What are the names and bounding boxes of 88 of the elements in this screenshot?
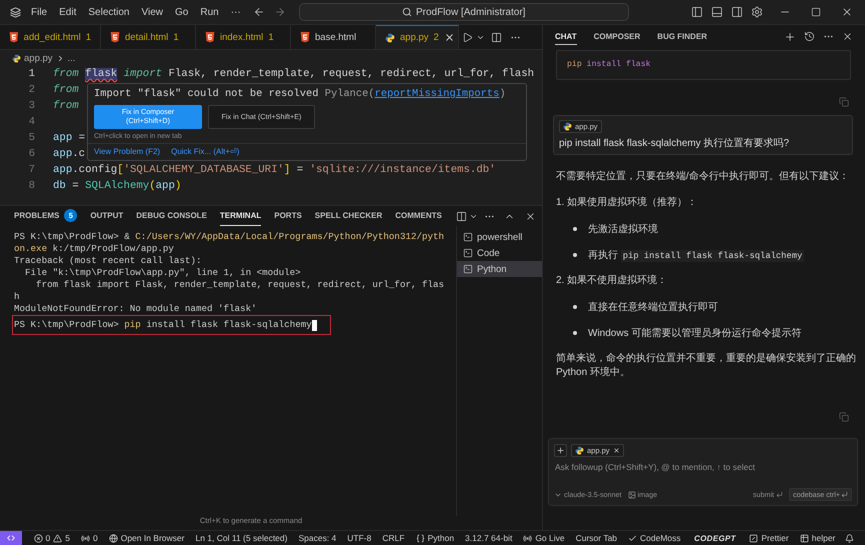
go-live-status[interactable]: Go Live xyxy=(523,533,565,543)
codemoss-status[interactable]: CodeMoss xyxy=(628,533,681,543)
codegpt-logo[interactable]: CODEGPT xyxy=(694,534,736,542)
answer-list-heading: 1. 如果使用虚拟环境（推荐）： xyxy=(556,196,698,210)
terminal-line: Traceback (most recent call last): xyxy=(14,255,202,267)
terminal-line: File "k:\tmp\ProdFlow\app.py", line 1, in <module> xyxy=(24,267,302,279)
answer-paragraph: 不需要特定位置，只要在终端/命令行中执行即可。但有以下建议： xyxy=(556,170,850,184)
terminal-line: h xyxy=(14,291,21,303)
status-item[interactable]: UTF-8 xyxy=(347,533,372,543)
breadcrumb-item[interactable]: app.py xyxy=(24,52,53,64)
error-count: 0 xyxy=(46,533,50,543)
followup-input[interactable]: Ask followup (Ctrl+Shift+Y), @ to mention, ↑ to select xyxy=(554,462,852,472)
menu-item[interactable]: ··· xyxy=(224,6,247,18)
status-item[interactable]: 3.12.7 64-bit xyxy=(465,533,512,543)
status-item[interactable]: Spaces: 4 xyxy=(298,533,336,543)
line-number: 3 xyxy=(28,100,36,112)
terminal-line: on.exe k:/tmp/ProdFlow/app.py xyxy=(14,243,175,255)
tab-title: add_edit.html xyxy=(24,32,81,43)
status-item[interactable]: Ln 1, Col 11 (5 selected) xyxy=(195,533,288,543)
code-line: app.config['SQLALCHEMY_DATABASE_URI'] = 'sqlite:///instance/items.db' xyxy=(53,164,496,176)
code-line: app.c xyxy=(53,148,86,160)
problems-status[interactable]: 0 5 xyxy=(34,533,70,543)
tab-title: detail.html xyxy=(125,32,168,43)
panel-tab[interactable]: SPELL CHECKER xyxy=(314,206,382,226)
menu-item[interactable]: Run xyxy=(194,6,225,18)
hover-message: Import "flask" could not be resolved Pylance(reportMissingImports) xyxy=(93,87,507,102)
terminal-list-item[interactable]: powershell xyxy=(457,229,542,245)
problem-count: 1 xyxy=(173,32,179,43)
panel-tab[interactable]: PORTS xyxy=(274,206,302,226)
line-number: 7 xyxy=(28,164,36,176)
open-in-browser-status[interactable]: Open In Browser xyxy=(108,533,184,543)
hover-action-link[interactable]: View Problem (F2) xyxy=(94,147,160,156)
search-text: ProdFlow [Administrator] xyxy=(416,6,526,18)
chat-tab[interactable]: COMPOSER xyxy=(594,28,640,45)
tab-title: app.py xyxy=(400,32,429,43)
code-line: from xyxy=(53,84,79,96)
line-number: 8 xyxy=(28,180,36,192)
menu-item[interactable]: View xyxy=(136,6,169,18)
tab-title: base.html xyxy=(315,32,356,43)
menu-item[interactable]: Selection xyxy=(82,6,136,18)
code-line: from flask import Flask, render_template, request, redirect, url_for, flash xyxy=(53,68,534,80)
problem-count: 1 xyxy=(86,32,91,43)
terminal-list-item[interactable]: Python xyxy=(457,261,542,277)
terminal-line: PS K:\tmp\ProdFlow> & C:/Users/WY/AppData/Local/Programs/Python/Python312/pyth xyxy=(14,231,446,243)
line-number: 5 xyxy=(28,132,36,144)
problem-count: 1 xyxy=(268,32,274,43)
line-number: 4 xyxy=(28,116,36,128)
tab-title: index.html xyxy=(220,32,264,43)
bullet-text: Windows 可能需要以管理员身份运行命令提示符 xyxy=(588,326,802,340)
editor-tab[interactable]: app.py 2 xyxy=(376,25,459,49)
line-number: 1 xyxy=(28,68,36,80)
command-center-search[interactable]: ProdFlow [Administrator] xyxy=(298,3,629,21)
chat-tab[interactable]: BUG FINDER xyxy=(657,28,708,45)
menu-item[interactable]: File xyxy=(25,6,54,18)
code-line: app = xyxy=(53,132,86,144)
menu-item[interactable]: Edit xyxy=(53,6,82,18)
bullet-text: 直接在任意终端位置执行即可 xyxy=(588,300,718,314)
panel-tab[interactable]: TERMINAL xyxy=(220,206,262,226)
language-status[interactable]: Python xyxy=(416,533,454,543)
bullet-text: 先激活虚拟环境 xyxy=(588,222,658,236)
breadcrumb-item[interactable]: ... xyxy=(68,52,76,64)
helper-status[interactable]: helper xyxy=(800,533,836,543)
rule-link[interactable]: reportMissingImports xyxy=(374,88,500,100)
answer-paragraph: 简单来说，命令的执行位置并不重要，重要的是确保安装到了正确的Python 环境中。 xyxy=(556,352,857,380)
code-line: db = SQLAlchemy(app) xyxy=(53,180,182,192)
terminal-line: from flask import Flask, render_template, request, redirect, url_for, flas xyxy=(35,279,446,291)
terminal-list-item[interactable]: Code xyxy=(457,245,542,261)
line-number: 2 xyxy=(28,84,36,96)
message-text: pip install flask flask-sqlalchemy 执行位置有要求吗? xyxy=(559,136,790,150)
code-line: from xyxy=(53,100,79,112)
problem-count: 2 xyxy=(434,32,439,43)
menu-item[interactable]: Go xyxy=(169,6,194,18)
terminal-line: PS K:\tmp\ProdFlow> pip install flask flask-sqlalchemy xyxy=(13,316,330,334)
line-number: 6 xyxy=(28,148,36,160)
panel-tab[interactable]: COMMENTS xyxy=(395,206,442,226)
code-block: pip install flask xyxy=(556,50,851,80)
terminal-line: ModuleNotFoundError: No module named 'flask' xyxy=(14,303,258,315)
chat-tab[interactable]: CHAT xyxy=(555,28,577,45)
ports-status[interactable]: 0 xyxy=(80,533,98,543)
answer-list-heading: 2. 如果不使用虚拟环境： xyxy=(556,274,668,288)
warning-count: 5 xyxy=(65,533,70,543)
panel-tab[interactable]: DEBUG CONSOLE xyxy=(136,206,207,226)
status-item[interactable]: Cursor Tab xyxy=(576,533,618,543)
prettier-status[interactable]: Prettier xyxy=(749,533,789,543)
panel-tab[interactable]: OUTPUT xyxy=(90,206,124,226)
status-item[interactable]: CRLF xyxy=(382,533,405,543)
hover-action-link[interactable]: Quick Fix... (Alt+⏎) xyxy=(171,147,240,156)
bullet-text: 再执行 pip install flask flask-sqlalchemy xyxy=(588,248,804,262)
